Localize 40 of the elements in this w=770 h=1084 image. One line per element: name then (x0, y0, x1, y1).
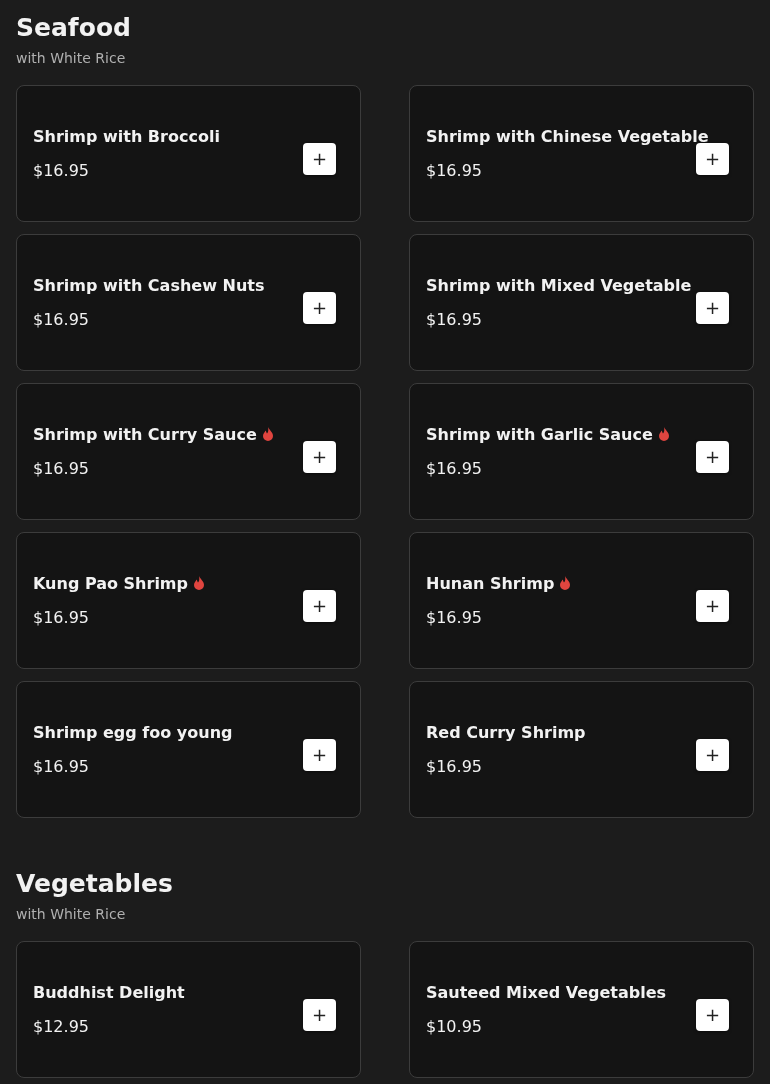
item-price: $16.95 (33, 309, 90, 330)
add-button[interactable]: + (303, 590, 336, 622)
item-name: Shrimp egg foo young (33, 722, 233, 742)
add-button[interactable]: + (303, 739, 336, 771)
item-name: Hunan Shrimp (426, 573, 555, 593)
section-title: Seafood (16, 12, 132, 44)
item-name: Shrimp with Cashew Nuts (33, 275, 265, 295)
item-name: Shrimp with Broccoli (33, 126, 220, 146)
item-name: Shrimp with Garlic Sauce (426, 424, 653, 444)
add-button[interactable]: + (303, 999, 336, 1031)
item-name: Red Curry Shrimp (426, 722, 586, 742)
add-button[interactable]: + (303, 441, 336, 473)
section-title: Vegetables (16, 868, 174, 900)
item-price: $16.95 (33, 607, 90, 628)
item-price: $16.95 (426, 458, 483, 479)
add-button[interactable]: + (303, 143, 336, 175)
item-price: $10.95 (426, 1016, 483, 1037)
item-price: $16.95 (33, 458, 90, 479)
item-name: Shrimp with Mixed Vegetable (426, 275, 692, 295)
item-price: $16.95 (33, 756, 90, 777)
item-price: $16.95 (33, 160, 90, 181)
item-name: Kung Pao Shrimp (33, 573, 188, 593)
add-button[interactable]: + (696, 739, 729, 771)
section-subtitle: with White Rice (16, 50, 127, 66)
add-button[interactable]: + (696, 590, 729, 622)
add-button[interactable]: + (696, 999, 729, 1031)
item-name: Shrimp with Chinese Vegetable (426, 126, 709, 146)
item-name: Shrimp with Curry Sauce (33, 424, 257, 444)
item-price: $12.95 (33, 1016, 90, 1037)
item-price: $16.95 (426, 309, 483, 330)
section-subtitle: with White Rice (16, 906, 127, 922)
add-button[interactable]: + (696, 143, 729, 175)
item-price: $16.95 (426, 756, 483, 777)
add-button[interactable]: + (303, 292, 336, 324)
item-price: $16.95 (426, 607, 483, 628)
item-name: Sauteed Mixed Vegetables (426, 982, 667, 1002)
add-button[interactable]: + (696, 292, 729, 324)
add-button[interactable]: + (696, 441, 729, 473)
item-price: $16.95 (426, 160, 483, 181)
item-name: Buddhist Delight (33, 982, 185, 1002)
